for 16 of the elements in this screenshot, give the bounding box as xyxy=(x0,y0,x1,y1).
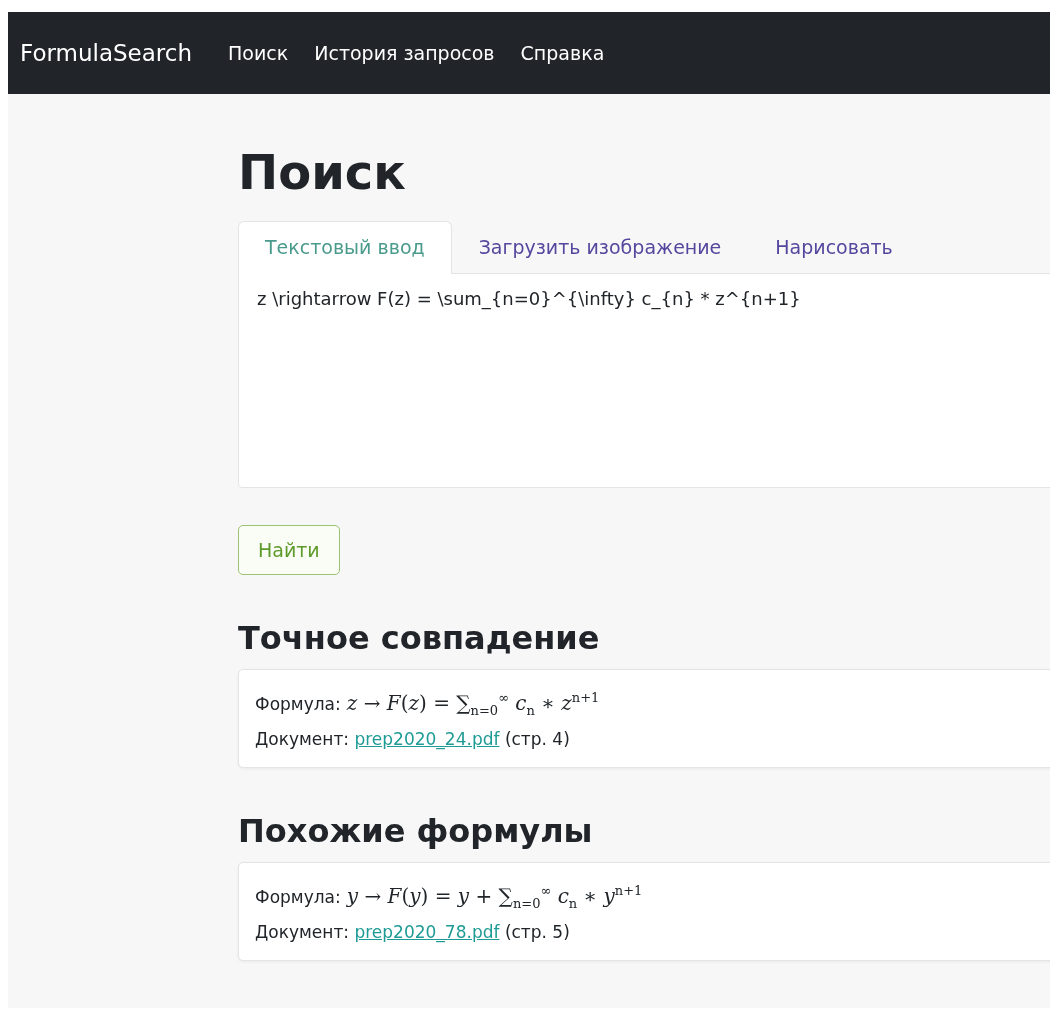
nav-link[interactable]: Справка xyxy=(520,42,605,64)
formula-label: Формула: xyxy=(255,885,341,909)
document-line: Документ: prep2020_78.pdf (стр. 5) xyxy=(255,920,570,945)
section-heading: Похожие формулы xyxy=(238,811,594,851)
nav-link[interactable]: Поиск xyxy=(228,42,289,64)
brand-logo[interactable]: FormulaSearch xyxy=(20,40,193,66)
formula-label: Формула: xyxy=(255,692,341,716)
nav-link[interactable]: История запросов xyxy=(314,42,495,64)
tab[interactable]: Нарисовать xyxy=(748,220,920,274)
tab[interactable]: Загрузить изображение xyxy=(451,220,749,274)
section-heading: Точное совпадение xyxy=(238,618,601,658)
formula-input[interactable]: z \rightarrow F(z) = \sum_{n=0}^{\infty} c_{n} * z^{n+1} xyxy=(238,272,1050,488)
page-title: Поиск xyxy=(238,146,407,199)
formula: z → F(z) = ∑$_{n=0}$$^{∞}$ c$_{n}$ ∗ z$^{n+1}$ xyxy=(346,689,600,720)
document-line: Документ: prep2020_24.pdf (стр. 4) xyxy=(255,727,570,752)
formula: y → F(y) = y + ∑$_{n=0}$$^{∞}$ c$_{n}$ ∗ y$^{n+1}$ xyxy=(346,882,643,913)
